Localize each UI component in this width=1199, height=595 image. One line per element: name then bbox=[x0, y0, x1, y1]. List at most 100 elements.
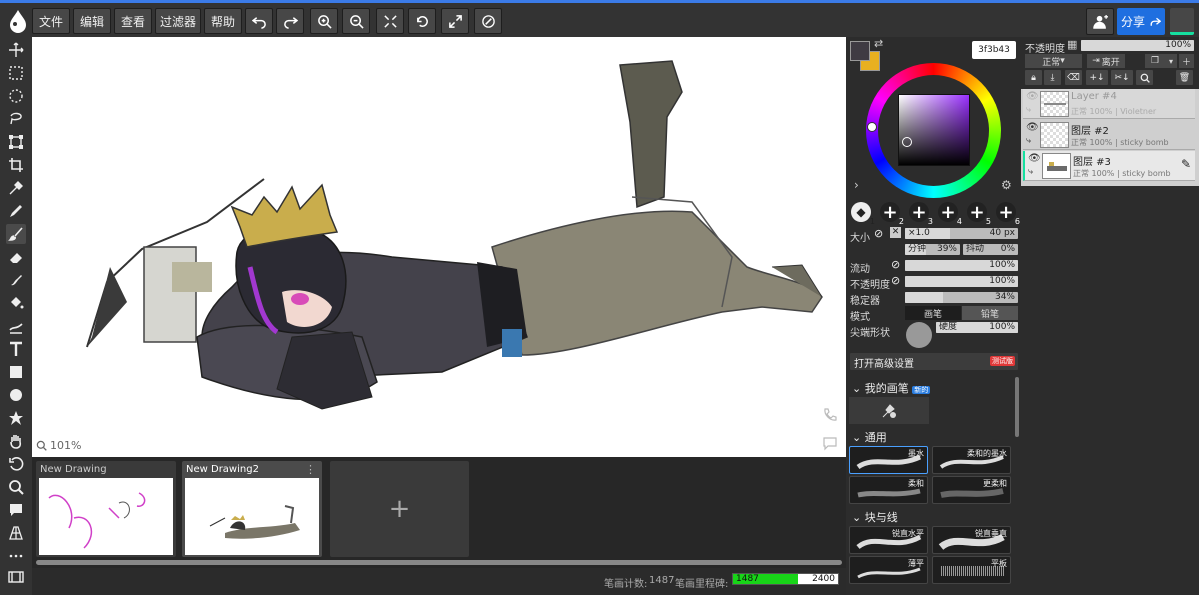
brush-ink[interactable]: 墨水 bbox=[849, 446, 928, 474]
rotate-tool[interactable] bbox=[6, 454, 26, 474]
opacity-lock-icon[interactable]: ▦ bbox=[1067, 38, 1077, 51]
chat-bubble-icon[interactable] bbox=[822, 435, 838, 451]
zoom-indicator[interactable]: 101% bbox=[36, 439, 81, 452]
layer-options-dropdown[interactable]: ▾ bbox=[1165, 54, 1177, 68]
text-tool[interactable] bbox=[6, 339, 26, 359]
document-menu-icon[interactable]: ⋮ bbox=[305, 463, 316, 476]
file-menu[interactable]: 文件 bbox=[32, 8, 70, 34]
search-layer-button[interactable] bbox=[1136, 70, 1153, 85]
duplicate-layer-button[interactable]: ❐ bbox=[1145, 54, 1165, 68]
delete-layer-button[interactable]: 🗑︎ bbox=[1176, 70, 1193, 85]
stabilizer-button[interactable] bbox=[474, 8, 502, 34]
document-strip-scrollbar[interactable] bbox=[36, 560, 842, 565]
rectangle-tool[interactable] bbox=[6, 362, 26, 382]
filmstrip-toggle[interactable] bbox=[6, 567, 26, 587]
brush-thin-flat[interactable]: 薄平 bbox=[849, 556, 928, 584]
view-menu[interactable]: 查看 bbox=[114, 8, 152, 34]
document-tab[interactable]: New Drawing bbox=[36, 461, 176, 557]
stabilizer-slider[interactable]: 34% bbox=[905, 292, 1018, 303]
visibility-eye-icon[interactable]: 👁︎ bbox=[1026, 91, 1039, 102]
brush-preset-4[interactable]: +4 bbox=[938, 202, 962, 226]
perspective-tool[interactable] bbox=[6, 523, 26, 543]
mode-brush-button[interactable]: 画笔 bbox=[905, 306, 961, 320]
ellipse-tool[interactable] bbox=[6, 385, 26, 405]
pen-tool[interactable] bbox=[6, 201, 26, 221]
edit-pencil-icon[interactable]: ✎ bbox=[1181, 157, 1191, 171]
more-tools[interactable] bbox=[6, 546, 26, 566]
add-clipping-button[interactable]: +↓ bbox=[1086, 70, 1108, 85]
user-menu-button[interactable] bbox=[1170, 8, 1194, 35]
hex-color-input[interactable]: 3f3b43 bbox=[972, 41, 1016, 59]
color-wheel[interactable] bbox=[866, 63, 1001, 198]
transform-tool[interactable] bbox=[6, 132, 26, 152]
brush-preset-6[interactable]: +6 bbox=[996, 202, 1020, 226]
filter-menu[interactable]: 过滤器 bbox=[155, 8, 201, 34]
app-logo-icon[interactable] bbox=[8, 9, 28, 33]
add-brush-button[interactable] bbox=[849, 397, 929, 424]
lock-layer-button[interactable]: 🔒︎ bbox=[1025, 70, 1042, 85]
clear-layer-button[interactable]: ⌫ bbox=[1065, 70, 1082, 85]
primary-color-swatch[interactable] bbox=[850, 41, 870, 61]
lines-section[interactable]: ⌄ 块与线 bbox=[852, 509, 898, 525]
ellipse-select-tool[interactable] bbox=[6, 86, 26, 106]
crop-tool[interactable] bbox=[6, 155, 26, 175]
eyedropper-tool[interactable] bbox=[6, 178, 26, 198]
jitter-slider[interactable]: 抖动 0% bbox=[963, 244, 1018, 255]
hardness-slider[interactable]: 硬度 100% bbox=[936, 322, 1018, 333]
fullscreen-button[interactable] bbox=[441, 8, 469, 34]
tip-shape-preview[interactable] bbox=[906, 322, 932, 348]
my-brushes-section[interactable]: ⌄ 我的画笔 新的 bbox=[852, 380, 931, 396]
move-tool[interactable] bbox=[6, 40, 26, 60]
rect-select-tool[interactable] bbox=[6, 63, 26, 83]
shape-tool[interactable] bbox=[6, 408, 26, 428]
drawing-canvas[interactable]: 101% bbox=[32, 37, 846, 457]
size-reset-icon[interactable]: ✕ bbox=[890, 227, 901, 238]
clip-layer-button[interactable]: ✂↓ bbox=[1111, 70, 1133, 85]
zoom-out-button[interactable] bbox=[342, 8, 370, 34]
new-document-button[interactable]: + bbox=[330, 461, 469, 557]
flow-slider[interactable]: 100% bbox=[905, 260, 1018, 271]
fit-view-button[interactable] bbox=[376, 8, 404, 34]
phone-icon[interactable] bbox=[822, 407, 838, 423]
invite-user-button[interactable] bbox=[1086, 8, 1114, 35]
visibility-eye-icon[interactable]: 👁︎ bbox=[1028, 153, 1041, 164]
size-pressure-icon[interactable]: ⊘ bbox=[874, 227, 883, 240]
redo-button[interactable] bbox=[276, 8, 304, 34]
rotate-view-button[interactable] bbox=[408, 8, 436, 34]
mode-pencil-button[interactable]: 铅笔 bbox=[962, 306, 1018, 320]
visibility-eye-icon[interactable]: 👁︎ bbox=[1026, 122, 1039, 133]
new-layer-button[interactable]: ＋ bbox=[1179, 54, 1194, 68]
opacity-pressure-icon[interactable]: ⊘ bbox=[891, 274, 900, 287]
zoom-in-button[interactable] bbox=[310, 8, 338, 34]
zoom-tool[interactable] bbox=[6, 477, 26, 497]
blend-mode-select[interactable]: 正常 ▾ bbox=[1025, 54, 1082, 68]
brush-tool[interactable] bbox=[6, 224, 26, 244]
gradient-tool[interactable] bbox=[6, 316, 26, 336]
brush-list-scrollbar[interactable] bbox=[1015, 377, 1019, 437]
brush-preset-2[interactable]: +2 bbox=[880, 202, 904, 226]
merge-down-button[interactable]: ⤓ bbox=[1044, 70, 1061, 85]
brush-opacity-slider[interactable]: 100% bbox=[905, 276, 1018, 287]
document-tab-active[interactable]: New Drawing2 ⋮ bbox=[182, 461, 322, 557]
spacing-slider[interactable]: 分钟 39% bbox=[905, 244, 960, 255]
smudge-tool[interactable] bbox=[6, 270, 26, 290]
lasso-tool[interactable] bbox=[6, 109, 26, 129]
brush-softer[interactable]: 更柔和 bbox=[932, 476, 1011, 504]
flow-pressure-icon[interactable]: ⊘ bbox=[891, 258, 900, 271]
size-slider[interactable]: ×1.0 40 px bbox=[905, 228, 1018, 239]
share-button[interactable]: 分享 bbox=[1117, 8, 1165, 35]
hand-tool[interactable] bbox=[6, 431, 26, 451]
brush-preset-3[interactable]: +3 bbox=[909, 202, 933, 226]
layer-item[interactable]: 👁︎ ⤷ 图层 #2 正常 100% | sticky bomb bbox=[1023, 120, 1195, 150]
fill-tool[interactable] bbox=[6, 293, 26, 313]
advanced-settings-button[interactable]: 打开高级设置 测试版 bbox=[850, 353, 1018, 370]
edit-menu[interactable]: 编辑 bbox=[73, 8, 111, 34]
comment-tool[interactable] bbox=[6, 500, 26, 520]
eraser-tool[interactable] bbox=[6, 247, 26, 267]
brush-soft-ink[interactable]: 柔和的墨水 bbox=[932, 446, 1011, 474]
saturation-value-square[interactable] bbox=[898, 94, 970, 166]
color-settings-gear-icon[interactable]: ⚙ bbox=[1001, 178, 1012, 192]
brush-flat[interactable]: 平板 bbox=[932, 556, 1011, 584]
brush-sharp-vertical[interactable]: 锐直垂直 bbox=[932, 526, 1011, 554]
brush-preset-5[interactable]: +5 bbox=[967, 202, 991, 226]
